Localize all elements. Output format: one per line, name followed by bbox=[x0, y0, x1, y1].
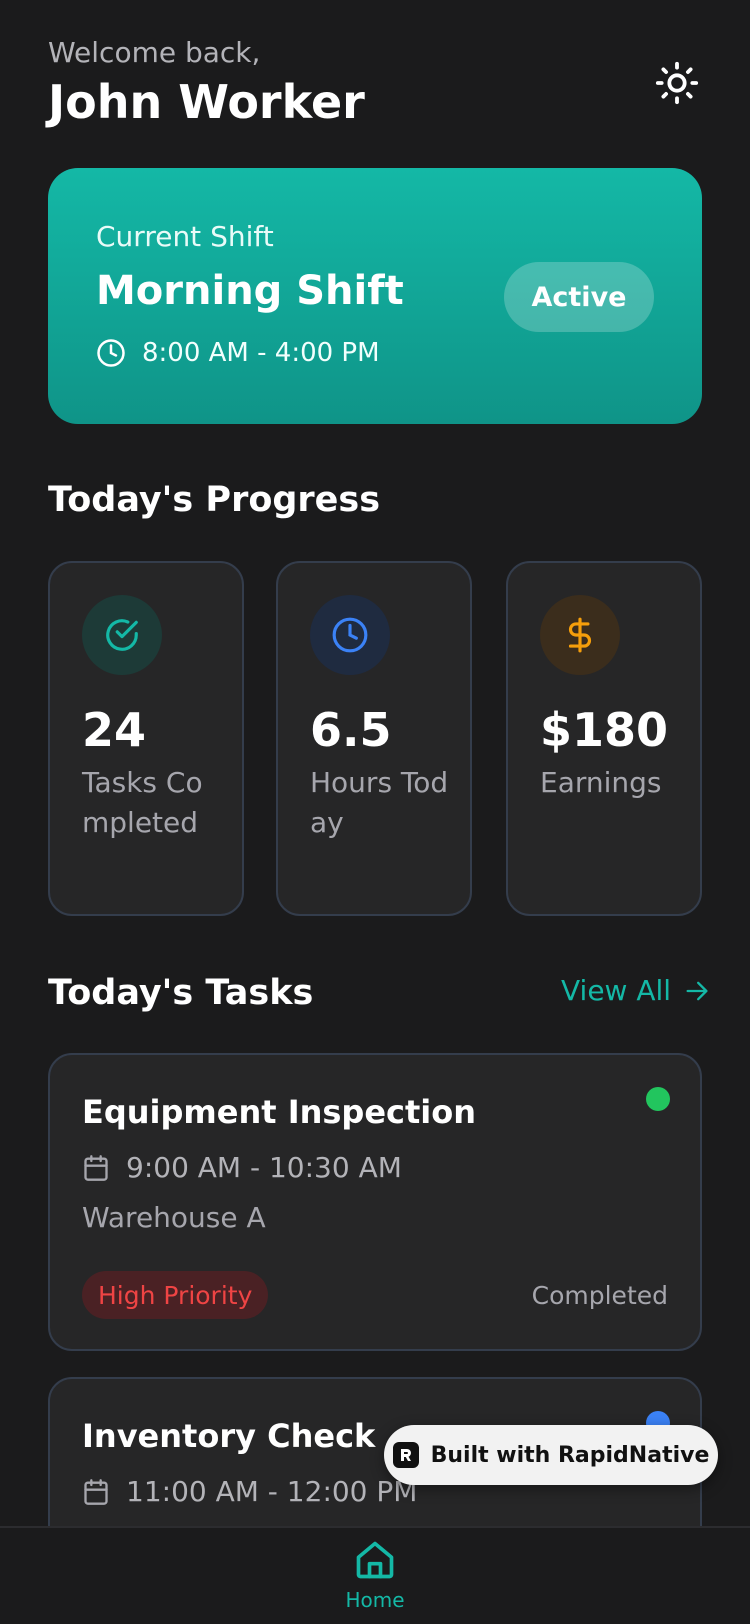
check-circle-icon bbox=[106, 619, 138, 651]
theme-toggle-button[interactable] bbox=[652, 58, 702, 108]
shift-status-badge: Active bbox=[504, 262, 654, 332]
tasks-section-title: Today's Tasks bbox=[48, 973, 314, 1013]
clock-icon bbox=[332, 617, 368, 653]
arrow-right-icon bbox=[686, 981, 708, 1000]
user-name: John Worker bbox=[48, 75, 365, 129]
stat-card-hours[interactable]: 6.5 Hours Today bbox=[276, 561, 472, 916]
stat-value: $180 bbox=[540, 703, 669, 757]
dollar-icon bbox=[568, 617, 591, 653]
shift-time: 8:00 AM - 4:00 PM bbox=[142, 338, 380, 368]
bottom-nav: Home bbox=[0, 1526, 750, 1624]
task-location: Warehouse A bbox=[82, 1201, 266, 1234]
priority-badge: High Priority bbox=[82, 1271, 269, 1319]
task-title: Equipment Inspection bbox=[82, 1093, 477, 1131]
progress-section-title: Today's Progress bbox=[48, 480, 381, 520]
stat-icon-bg bbox=[540, 595, 620, 675]
task-title: Inventory Check bbox=[82, 1417, 376, 1455]
stat-label: Hours Today bbox=[310, 766, 449, 839]
task-status-dot bbox=[646, 1087, 670, 1111]
view-all-link[interactable]: View All bbox=[561, 974, 711, 1007]
clock-icon bbox=[97, 339, 125, 367]
sun-icon bbox=[655, 61, 699, 105]
stat-label: Tasks Completed bbox=[82, 766, 203, 839]
built-with-badge[interactable]: Built with RapidNative bbox=[384, 1425, 718, 1485]
calendar-icon bbox=[84, 1478, 108, 1505]
shift-time-row: 8:00 AM - 4:00 PM bbox=[96, 338, 380, 368]
shift-label: Current Shift bbox=[96, 220, 274, 253]
task-status: Completed bbox=[531, 1281, 668, 1310]
nav-item-home[interactable]: Home bbox=[335, 1538, 415, 1624]
view-all-label: View All bbox=[561, 974, 672, 1007]
rapidnative-logo-icon bbox=[392, 1442, 419, 1468]
stat-value: 24 bbox=[82, 703, 147, 757]
header: Welcome back, John Worker bbox=[48, 36, 365, 129]
calendar-icon bbox=[84, 1154, 108, 1181]
stat-value: 6.5 bbox=[310, 703, 392, 757]
task-time: 11:00 AM - 12:00 PM bbox=[126, 1475, 418, 1508]
home-icon bbox=[356, 1541, 394, 1579]
stat-card-earnings[interactable]: $180 Earnings bbox=[506, 561, 702, 916]
task-time: 9:00 AM - 10:30 AM bbox=[126, 1151, 402, 1184]
stat-icon-bg bbox=[310, 595, 390, 675]
current-shift-card[interactable]: Current Shift Morning Shift 8:00 AM - 4:… bbox=[48, 168, 702, 424]
task-time-row: 11:00 AM - 12:00 PM bbox=[82, 1475, 417, 1508]
stat-card-tasks[interactable]: 24 Tasks Completed bbox=[48, 561, 244, 916]
welcome-text: Welcome back, bbox=[48, 36, 261, 69]
shift-name: Morning Shift bbox=[96, 268, 404, 314]
task-card[interactable]: Equipment Inspection 9:00 AM - 10:30 AM … bbox=[48, 1053, 702, 1351]
nav-home-label: Home bbox=[345, 1588, 405, 1612]
stat-label: Earnings bbox=[540, 766, 662, 799]
task-time-row: 9:00 AM - 10:30 AM bbox=[82, 1151, 402, 1184]
built-with-text: Built with RapidNative bbox=[430, 1442, 710, 1468]
stat-icon-bg bbox=[82, 595, 162, 675]
